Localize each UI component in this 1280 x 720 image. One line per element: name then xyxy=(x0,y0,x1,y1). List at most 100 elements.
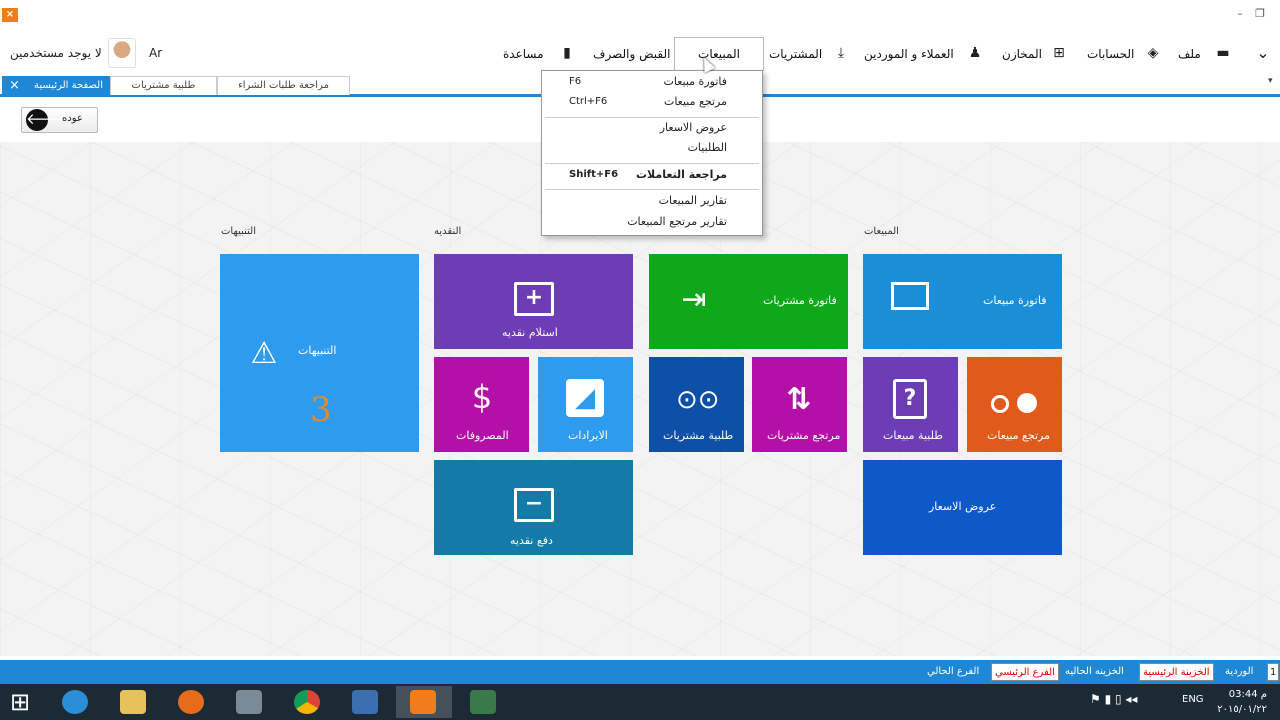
menu-stores[interactable]: المخازن xyxy=(1002,38,1042,70)
clock-date: ٢٠١٥/٠١/٢٢ xyxy=(1217,704,1267,715)
monitor-plus-icon: ⊞ xyxy=(1053,45,1065,61)
tile-sales-return[interactable]: مرتجع مبيعات xyxy=(967,357,1062,452)
system-tray-icons[interactable]: ⚑ ▮ ▯ ◂◂ xyxy=(1090,692,1137,706)
chrome-icon[interactable] xyxy=(280,686,336,718)
tile-sales-invoice-label: فاتورة مبيعات xyxy=(983,294,1047,307)
section-title-sales: المبيعات xyxy=(864,226,899,237)
firefox-icon[interactable] xyxy=(164,686,220,718)
tile-purchase-invoice-label: فاتورة مشتريات xyxy=(763,294,837,307)
dd-transactions-review-label: مراجعة التعاملات xyxy=(635,168,727,181)
dd-sales-return-reports-label: تقارير مرتجع المبيعات xyxy=(627,215,727,228)
dd-sales-invoice-shortcut: F6 xyxy=(569,76,582,87)
close-icon[interactable]: × xyxy=(9,77,20,95)
language-indicator[interactable]: ENG xyxy=(1182,694,1204,705)
tile-cash-receive-label: استلام نقديه xyxy=(502,326,558,339)
tab-home[interactable]: × الصفحة الرئيسية xyxy=(2,76,110,95)
collapse-ribbon-icon[interactable]: ⌄ xyxy=(1254,44,1272,62)
tile-sales-invoice[interactable]: فاتورة مبيعات xyxy=(863,254,1062,349)
tile-purchase-order-label: طلبية مشتريات xyxy=(663,429,734,442)
tile-expenses[interactable]: $ المصروفات xyxy=(434,357,529,452)
shift-number: 1 xyxy=(1267,663,1280,681)
download-icon: ⤓ xyxy=(837,45,845,61)
alerts-count: 3 xyxy=(310,390,332,430)
main-treasury: الخزينة الرئيسية xyxy=(1139,663,1214,681)
back-label: عوده xyxy=(62,113,83,124)
ie-icon[interactable] xyxy=(48,686,104,718)
current-treasury-label: الخزينه الحاليه xyxy=(1065,666,1124,677)
recorder-icon[interactable] xyxy=(456,686,512,718)
bicycle-icon: ⊙⊙ xyxy=(676,385,720,415)
tile-purchase-order[interactable]: ⊙⊙ طلبية مشتريات xyxy=(649,357,744,452)
user-label: لا يوجد مستخدمين xyxy=(10,46,102,60)
dd-sales-reports[interactable]: تقارير المبيعات xyxy=(542,191,762,211)
section-title-cash: النقديه xyxy=(434,226,462,237)
tabs-dropdown-icon[interactable]: ▾ xyxy=(1268,76,1273,86)
menu-receipts-payments[interactable]: القبض والصرف xyxy=(593,38,670,70)
menu-purchases[interactable]: المشتريات xyxy=(769,38,822,70)
restore-button[interactable]: ❐ xyxy=(1252,6,1268,22)
dd-sales-invoice-label: فاتورة مبيعات xyxy=(663,75,727,88)
tile-alerts[interactable]: ⚠ التنبيهات 3 xyxy=(220,254,419,452)
tab-purchase-requests-review[interactable]: مراجعة طلبات الشراء xyxy=(217,76,350,95)
main-branch: الفرع الرئيسي xyxy=(991,663,1059,681)
remote-desktop-icon[interactable] xyxy=(338,686,394,718)
dd-sales-return-label: مرتجع مبيعات xyxy=(663,95,727,108)
tile-cash-pay-label: دفع نقديه xyxy=(510,534,553,547)
tab-purchase-order[interactable]: طلبية مشتريات xyxy=(110,76,217,95)
dd-sales-reports-label: تقارير المبيعات xyxy=(658,194,727,207)
tile-price-offers[interactable]: عروض الاسعار xyxy=(863,460,1062,555)
file-explorer-icon[interactable] xyxy=(106,686,162,718)
billboard-icon xyxy=(891,282,929,310)
clock[interactable]: 03:44 م ٢٠١٥/٠١/٢٢ xyxy=(1217,687,1267,717)
language-label[interactable]: Ar xyxy=(149,46,162,60)
taskbar: ⊞ ENG ⚑ ▮ ▯ ◂◂ 03:44 م ٢٠١٥/٠١/٢٢ xyxy=(0,684,1280,720)
dd-price-offers-label: عروض الاسعار xyxy=(659,121,727,134)
dd-orders[interactable]: الطلبيات xyxy=(542,138,762,158)
menu-file[interactable]: ملف xyxy=(1178,38,1201,70)
tile-sales-order[interactable]: ? طلبية مبيعات xyxy=(863,357,958,452)
tile-revenues[interactable]: ◢ الايرادات xyxy=(538,357,633,452)
folder-icon: ▬ xyxy=(1216,45,1230,61)
dd-transactions-review-shortcut: Shift+F6 xyxy=(569,169,619,180)
menu-sales[interactable]: المبيعات xyxy=(674,37,764,71)
swap-arrows-icon: ⇅ xyxy=(786,382,812,417)
dd-sales-invoice[interactable]: فاتورة مبيعات F6 xyxy=(542,72,762,92)
dd-sales-return-reports[interactable]: تقارير مرتجع المبيعات xyxy=(542,212,762,232)
tile-revenues-label: الايرادات xyxy=(568,429,608,442)
people-icon: ♟ xyxy=(968,45,982,61)
tile-purchase-return-label: مرتجع مشتريات xyxy=(767,429,841,442)
menu-bar: ⌄ ▬ ملف ◈ الحسابات ⊞ المخازن ♟ العملاء و… xyxy=(0,34,1280,74)
menu-accounts[interactable]: الحسابات xyxy=(1087,38,1134,70)
tile-alerts-label: التنبيهات xyxy=(298,344,337,357)
section-title-alerts: التنبيهات xyxy=(221,226,256,237)
windows-start-icon[interactable]: ⊞ xyxy=(10,687,30,717)
menu-help[interactable]: مساعدة xyxy=(503,38,544,70)
dd-separator xyxy=(545,189,759,190)
back-button[interactable]: 🡐 عوده xyxy=(21,107,98,133)
tile-purchase-return[interactable]: ⇅ مرتجع مشتريات xyxy=(752,357,847,452)
dd-sales-return-shortcut: Ctrl+F6 xyxy=(569,96,608,107)
dd-price-offers[interactable]: عروض الاسعار xyxy=(542,118,762,138)
tile-purchase-invoice[interactable]: ⇥ فاتورة مشتريات xyxy=(649,254,848,349)
layers-icon: ◈ xyxy=(1147,45,1159,61)
menu-customers-suppliers[interactable]: العملاء و الموردين xyxy=(864,38,954,70)
revenue-icon: ◢ xyxy=(566,379,604,417)
app-logo-icon: ⨯ xyxy=(2,8,18,22)
dd-transactions-review[interactable]: مراجعة التعاملات Shift+F6 xyxy=(542,165,762,185)
shift-label: الوردية xyxy=(1225,666,1254,677)
tile-cash-receive[interactable]: + استلام نقديه xyxy=(434,254,633,349)
dd-sales-return[interactable]: مرتجع مبيعات Ctrl+F6 xyxy=(542,92,762,112)
minimize-button[interactable]: – xyxy=(1232,6,1248,22)
title-bar: ⨯ – ❐ xyxy=(0,0,1280,34)
tile-expenses-label: المصروفات xyxy=(456,429,509,442)
app-taskbar-icon[interactable] xyxy=(396,686,452,718)
tile-sales-return-label: مرتجع مبيعات xyxy=(987,429,1051,442)
undo-circle-icon xyxy=(989,387,1039,417)
monitor-minus-icon: − xyxy=(514,488,554,522)
tile-cash-pay[interactable]: − دفع نقديه xyxy=(434,460,633,555)
tile-sales-order-label: طلبية مبيعات xyxy=(883,429,943,442)
tile-price-offers-label: عروض الاسعار xyxy=(929,500,997,513)
calculator-icon[interactable] xyxy=(222,686,278,718)
document-question-icon: ? xyxy=(893,379,927,419)
status-bar: 1 الوردية الخزينة الرئيسية الخزينه الحال… xyxy=(0,660,1280,684)
